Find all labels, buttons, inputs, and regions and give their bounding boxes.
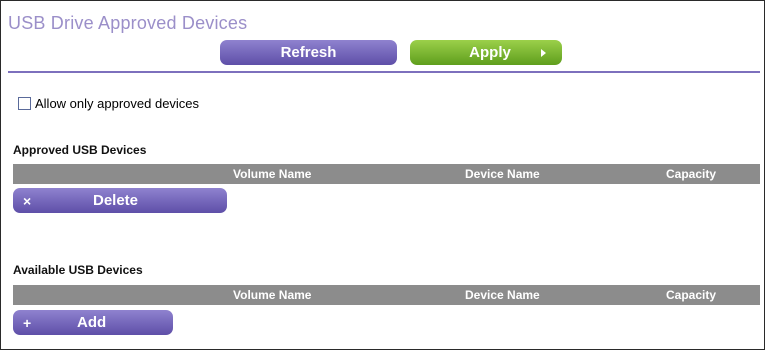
divider [8, 71, 760, 73]
allow-approved-label: Allow only approved devices [35, 96, 200, 111]
arrow-right-icon [541, 49, 546, 57]
apply-button[interactable]: Apply [410, 40, 562, 65]
refresh-button[interactable]: Refresh [220, 40, 397, 65]
available-devices-title: Available USB Devices [13, 263, 143, 277]
apply-button-label: Apply [469, 44, 511, 61]
delete-button-label: Delete [93, 192, 139, 209]
column-header-device-name: Device Name [465, 288, 540, 302]
column-header-capacity: Capacity [666, 288, 717, 302]
column-header-volume-name: Volume Name [233, 167, 312, 181]
allow-approved-row[interactable]: Allow only approved devices [18, 96, 199, 111]
add-button[interactable]: + Add [13, 310, 173, 335]
close-icon: × [23, 192, 32, 209]
add-button-label: Add [77, 314, 107, 331]
approved-devices-title: Approved USB Devices [13, 143, 147, 157]
approved-table-header: Volume Name Device Name Capacity [13, 164, 760, 184]
column-header-volume-name: Volume Name [233, 288, 312, 302]
column-header-capacity: Capacity [666, 167, 717, 181]
available-table-header: Volume Name Device Name Capacity [13, 285, 760, 305]
page-title: USB Drive Approved Devices [8, 13, 248, 33]
column-header-device-name: Device Name [465, 167, 540, 181]
refresh-button-label: Refresh [280, 44, 337, 61]
delete-button[interactable]: × Delete [13, 188, 227, 213]
plus-icon: + [23, 314, 32, 331]
allow-approved-checkbox[interactable] [18, 97, 31, 110]
